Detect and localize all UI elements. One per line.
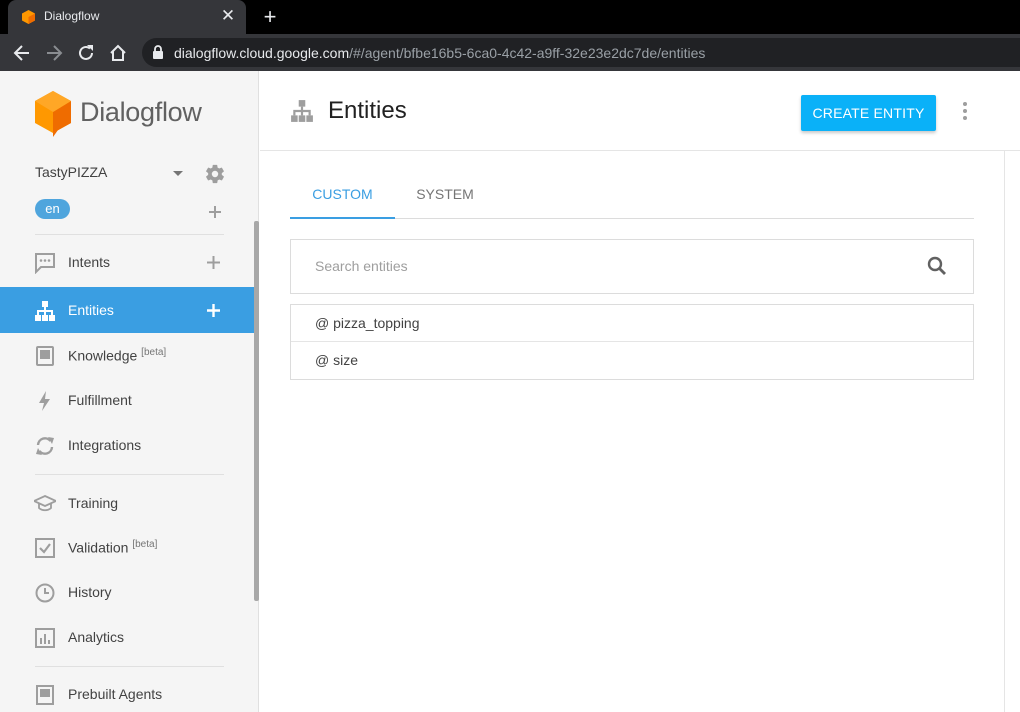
sidebar-item-label: Validation [beta]	[68, 539, 157, 556]
sidebar-item-history[interactable]: History	[0, 569, 254, 615]
knowledge-label: Knowledge	[68, 347, 138, 364]
fulfillment-icon	[39, 391, 50, 411]
entity-tabs: CUSTOM SYSTEM	[290, 178, 974, 219]
close-tab-icon[interactable]: ✕	[218, 6, 238, 26]
chevron-down-icon[interactable]	[173, 171, 183, 176]
address-bar[interactable]: dialogflow.cloud.google.com/#/agent/bfbe…	[142, 38, 1020, 67]
sidebar-item-label: Analytics	[68, 629, 125, 645]
sidebar-item-label: History	[68, 584, 112, 600]
url-text: dialogflow.cloud.google.com/#/agent/bfbe…	[174, 45, 705, 61]
page-header: Entities CREATE ENTITY	[260, 71, 1020, 151]
new-tab-icon[interactable]: +	[258, 5, 282, 29]
search-box	[290, 239, 974, 294]
sidebar-item-label: Training	[68, 495, 119, 511]
url-host: dialogflow.cloud.google.com	[174, 45, 350, 61]
sidebar-scrollbar[interactable]	[254, 221, 259, 601]
entities-icon	[291, 100, 313, 122]
sidebar: Dialogflow TastyPIZZA en Intents Entitie…	[0, 71, 259, 712]
entities-icon	[35, 301, 55, 321]
browser-toolbar: dialogflow.cloud.google.com/#/agent/bfbe…	[0, 34, 1020, 71]
search-icon[interactable]	[927, 256, 947, 276]
forward-arrow-icon[interactable]	[43, 42, 65, 64]
page-title: Entities	[328, 97, 407, 124]
entity-list: @ pizza_topping @ size	[290, 304, 974, 380]
tab-system[interactable]: SYSTEM	[395, 178, 495, 219]
browser-tab-title: Dialogflow	[44, 9, 100, 23]
sidebar-item-label: Entities	[68, 302, 114, 318]
list-item[interactable]: @ size	[291, 342, 973, 379]
lock-icon	[153, 45, 163, 59]
browser-tab-strip: Dialogflow ✕ +	[0, 0, 1020, 34]
language-badge[interactable]: en	[35, 199, 70, 219]
beta-badge: [beta]	[141, 347, 167, 358]
sidebar-item-integrations[interactable]: Integrations	[0, 422, 254, 468]
sidebar-item-label: Prebuilt Agents	[68, 686, 163, 702]
sidebar-item-training[interactable]: Training	[0, 480, 254, 526]
divider	[1004, 151, 1005, 712]
tab-custom[interactable]: CUSTOM	[290, 178, 395, 219]
search-input[interactable]	[315, 258, 875, 274]
back-arrow-icon[interactable]	[11, 42, 33, 64]
sidebar-item-prebuilt-agents[interactable]: Prebuilt Agents	[0, 671, 254, 712]
sidebar-item-label: Knowledge [beta]	[68, 347, 166, 364]
url-path: /#/agent/bfbe16b5-6ca0-4c42-a9ff-32e23e2…	[349, 45, 706, 61]
home-icon[interactable]	[107, 42, 129, 64]
agent-selector[interactable]: TastyPIZZA	[35, 164, 107, 180]
divider	[35, 474, 224, 475]
intents-icon	[35, 253, 55, 274]
gear-icon[interactable]	[204, 163, 226, 185]
main-content: Entities CREATE ENTITY CUSTOM SYSTEM @ p…	[260, 71, 1020, 712]
history-icon	[35, 583, 55, 603]
training-icon	[34, 495, 56, 512]
sidebar-item-validation[interactable]: Validation [beta]	[0, 524, 254, 570]
logo-text: Dialogflow	[80, 97, 202, 127]
sidebar-item-analytics[interactable]: Analytics	[0, 614, 254, 660]
sidebar-item-label: Fulfillment	[68, 392, 132, 408]
add-entity-icon[interactable]	[206, 303, 221, 318]
validation-label: Validation	[68, 539, 129, 556]
add-language-icon[interactable]	[208, 205, 222, 219]
analytics-icon	[35, 628, 55, 648]
list-item[interactable]: @ pizza_topping	[291, 305, 973, 342]
create-entity-button[interactable]: CREATE ENTITY	[801, 95, 936, 131]
add-intent-icon[interactable]	[206, 255, 221, 270]
integrations-icon	[36, 437, 54, 455]
reload-icon[interactable]	[75, 42, 97, 64]
prebuilt-agents-icon	[36, 685, 54, 705]
knowledge-icon	[36, 346, 54, 366]
sidebar-item-entities[interactable]: Entities	[0, 287, 254, 333]
sidebar-item-label: Integrations	[68, 437, 142, 453]
browser-tab[interactable]: Dialogflow ✕	[8, 0, 246, 34]
dialogflow-favicon-icon	[22, 10, 35, 24]
dialogflow-logo-icon[interactable]	[34, 91, 72, 137]
divider	[35, 666, 224, 667]
sidebar-item-fulfillment[interactable]: Fulfillment	[0, 377, 254, 423]
sidebar-item-knowledge[interactable]: Knowledge [beta]	[0, 332, 254, 378]
validation-icon	[35, 538, 55, 558]
more-options-icon[interactable]	[958, 101, 972, 121]
beta-badge: [beta]	[132, 539, 158, 550]
divider	[35, 234, 224, 235]
sidebar-item-intents[interactable]: Intents	[0, 239, 254, 285]
sidebar-item-label: Intents	[68, 254, 111, 270]
